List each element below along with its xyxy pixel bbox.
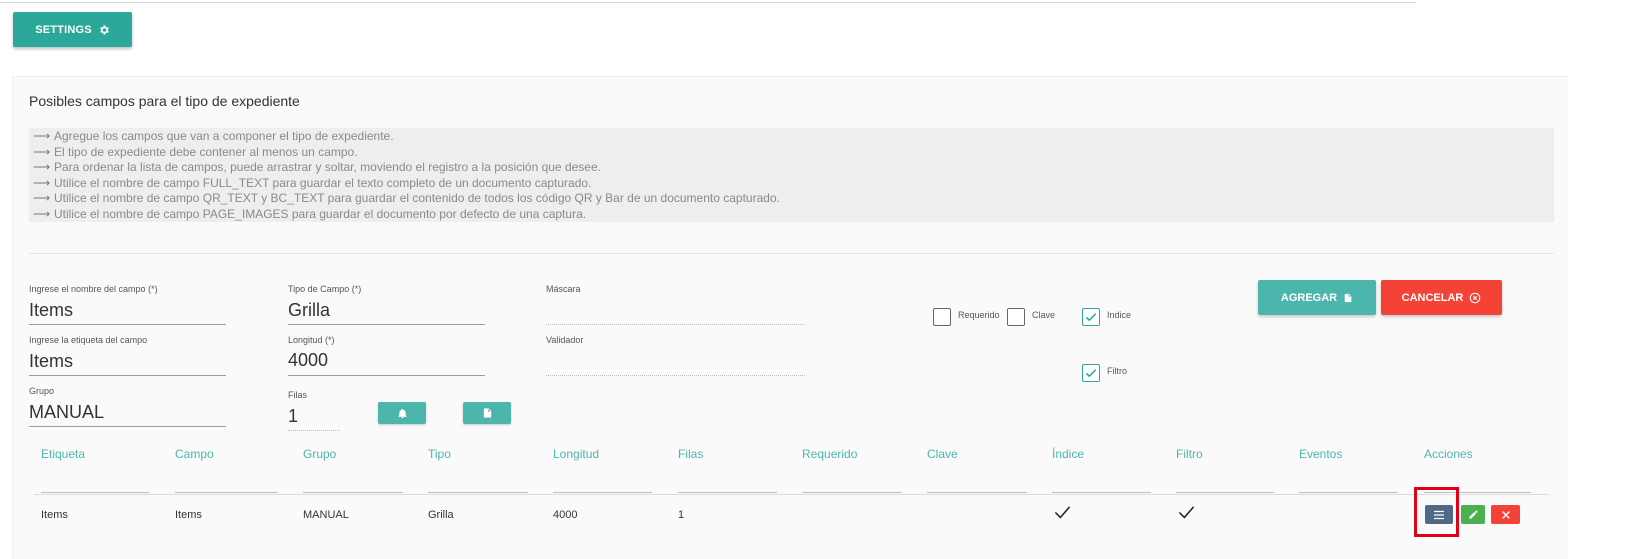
- filter-etiqueta[interactable]: [41, 492, 149, 493]
- agregar-label: AGREGAR: [1280, 291, 1338, 304]
- info-line: ⟶ Agregue los campos que van a componer e…: [33, 129, 394, 143]
- header-longitud[interactable]: Longitud: [553, 447, 599, 461]
- header-grupo[interactable]: Grupo: [303, 447, 336, 461]
- filter-filtro[interactable]: [1176, 492, 1274, 493]
- cancelar-button[interactable]: CANCELAR: [1381, 280, 1502, 315]
- tipo-select[interactable]: Grilla: [288, 300, 330, 321]
- panel-title: Posibles campos para el tipo de expedien…: [29, 93, 300, 109]
- filter-requerido[interactable]: [802, 492, 902, 493]
- requerido-checkbox[interactable]: [933, 308, 951, 326]
- info-line: ⟶ El tipo de expediente debe contener al …: [33, 144, 358, 159]
- nombre-label: Ingrese el nombre del campo (*): [29, 284, 158, 294]
- bell-icon: [397, 408, 407, 418]
- filter-longitud[interactable]: [553, 492, 652, 493]
- header-filas[interactable]: Filas: [678, 447, 703, 461]
- filter-clave[interactable]: [927, 492, 1027, 493]
- arrow-icon: ⟶: [33, 206, 51, 221]
- close-circle-icon: [1470, 292, 1481, 303]
- requerido-label: Requerido: [958, 310, 1000, 320]
- header-etiqueta[interactable]: Etiqueta: [41, 447, 85, 461]
- filter-filas[interactable]: [678, 492, 777, 493]
- header-acciones: Acciones: [1424, 447, 1473, 461]
- table-row[interactable]: [34, 495, 1549, 536]
- header-campo[interactable]: Campo: [175, 447, 214, 461]
- indice-label: Indice: [1107, 310, 1132, 320]
- nombre-underline: [29, 324, 226, 325]
- arrow-icon: ⟶: [33, 144, 51, 159]
- section-divider: [29, 253, 1554, 254]
- longitud-field[interactable]: 4000: [288, 350, 328, 371]
- document-button[interactable]: [463, 402, 511, 424]
- bell-button[interactable]: [378, 402, 426, 424]
- filter-campo[interactable]: [175, 492, 278, 493]
- etiqueta-field[interactable]: Items: [29, 351, 73, 372]
- header-indice[interactable]: Índice: [1052, 447, 1084, 461]
- header-eventos[interactable]: Eventos: [1299, 447, 1342, 461]
- filter-eventos[interactable]: [1299, 492, 1398, 493]
- header-requerido[interactable]: Requerido: [802, 447, 857, 461]
- info-line: ⟶ Utilice el nombre de campo PAGE_IMAGES …: [33, 206, 587, 221]
- mascara-underline: [546, 324, 805, 325]
- arrow-icon: ⟶: [33, 160, 51, 175]
- filter-grupo[interactable]: [303, 492, 403, 493]
- longitud-underline: [288, 375, 485, 376]
- filas-label: Filas: [288, 390, 308, 400]
- grupo-underline: [29, 426, 226, 427]
- info-line: ⟶ Utilice el nombre de campo QR_TEXT y BC…: [33, 191, 780, 206]
- longitud-label: Longitud (*): [288, 335, 335, 345]
- check-icon: [1085, 369, 1097, 378]
- check-icon: [1085, 313, 1097, 322]
- etiqueta-underline: [29, 375, 226, 376]
- edit-button[interactable]: [1461, 505, 1485, 524]
- cell-etiqueta: Items: [41, 509, 68, 521]
- close-icon: [1501, 510, 1510, 519]
- settings-button[interactable]: SETTINGS: [13, 12, 132, 47]
- gear-icon: [99, 25, 109, 34]
- info-box: ⟶ Agregue los campos que van a componer e…: [29, 128, 1554, 222]
- info-line: ⟶ Para ordenar la lista de campos, puede …: [33, 160, 601, 175]
- header-clave[interactable]: Clave: [927, 447, 958, 461]
- header-tipo[interactable]: Tipo: [428, 447, 451, 461]
- cell-filas: 1: [678, 509, 685, 521]
- filas-field[interactable]: 1: [288, 406, 298, 427]
- arrow-icon: ⟶: [33, 191, 51, 206]
- file-icon: [1344, 293, 1352, 302]
- settings-label: SETTINGS: [35, 23, 92, 36]
- clave-label: Clave: [1032, 310, 1056, 320]
- filtro-check-icon: [1178, 506, 1195, 519]
- etiqueta-label: Ingrese la etiqueta del campo: [29, 335, 148, 345]
- nombre-field[interactable]: Items: [29, 300, 73, 321]
- pencil-icon: [1468, 510, 1478, 519]
- highlight-box: [1414, 487, 1459, 537]
- cancelar-label: CANCELAR: [1401, 291, 1464, 304]
- grupo-label: Grupo: [29, 386, 55, 396]
- grupo-field[interactable]: MANUAL: [29, 402, 104, 423]
- top-divider: [0, 2, 1416, 3]
- cell-longitud: 4000: [553, 509, 578, 521]
- info-line: ⟶ Utilice el nombre de campo FULL_TEXT pa…: [33, 175, 592, 190]
- delete-button[interactable]: [1491, 505, 1520, 524]
- indice-check-icon: [1054, 506, 1071, 519]
- filtro-checkbox[interactable]: [1082, 364, 1100, 382]
- validador-underline: [546, 375, 805, 376]
- clave-checkbox[interactable]: [1007, 308, 1025, 326]
- agregar-button[interactable]: AGREGAR: [1258, 280, 1376, 315]
- tipo-underline: [288, 324, 485, 325]
- header-filtro[interactable]: Filtro: [1176, 447, 1203, 461]
- filter-indice[interactable]: [1052, 492, 1151, 493]
- validador-label: Validador: [546, 335, 584, 345]
- cell-grupo: MANUAL: [303, 509, 349, 521]
- filas-underline: [288, 430, 340, 431]
- mascara-label: Máscara: [546, 284, 581, 294]
- arrow-icon: ⟶: [33, 175, 51, 190]
- arrow-icon: ⟶: [33, 129, 51, 143]
- cell-campo: Items: [175, 509, 202, 521]
- file-icon: [483, 408, 491, 418]
- filtro-label: Filtro: [1107, 366, 1127, 376]
- cell-tipo: Grilla: [428, 509, 454, 521]
- tipo-label: Tipo de Campo (*): [288, 284, 362, 294]
- indice-checkbox[interactable]: [1082, 308, 1100, 326]
- filter-tipo[interactable]: [428, 492, 528, 493]
